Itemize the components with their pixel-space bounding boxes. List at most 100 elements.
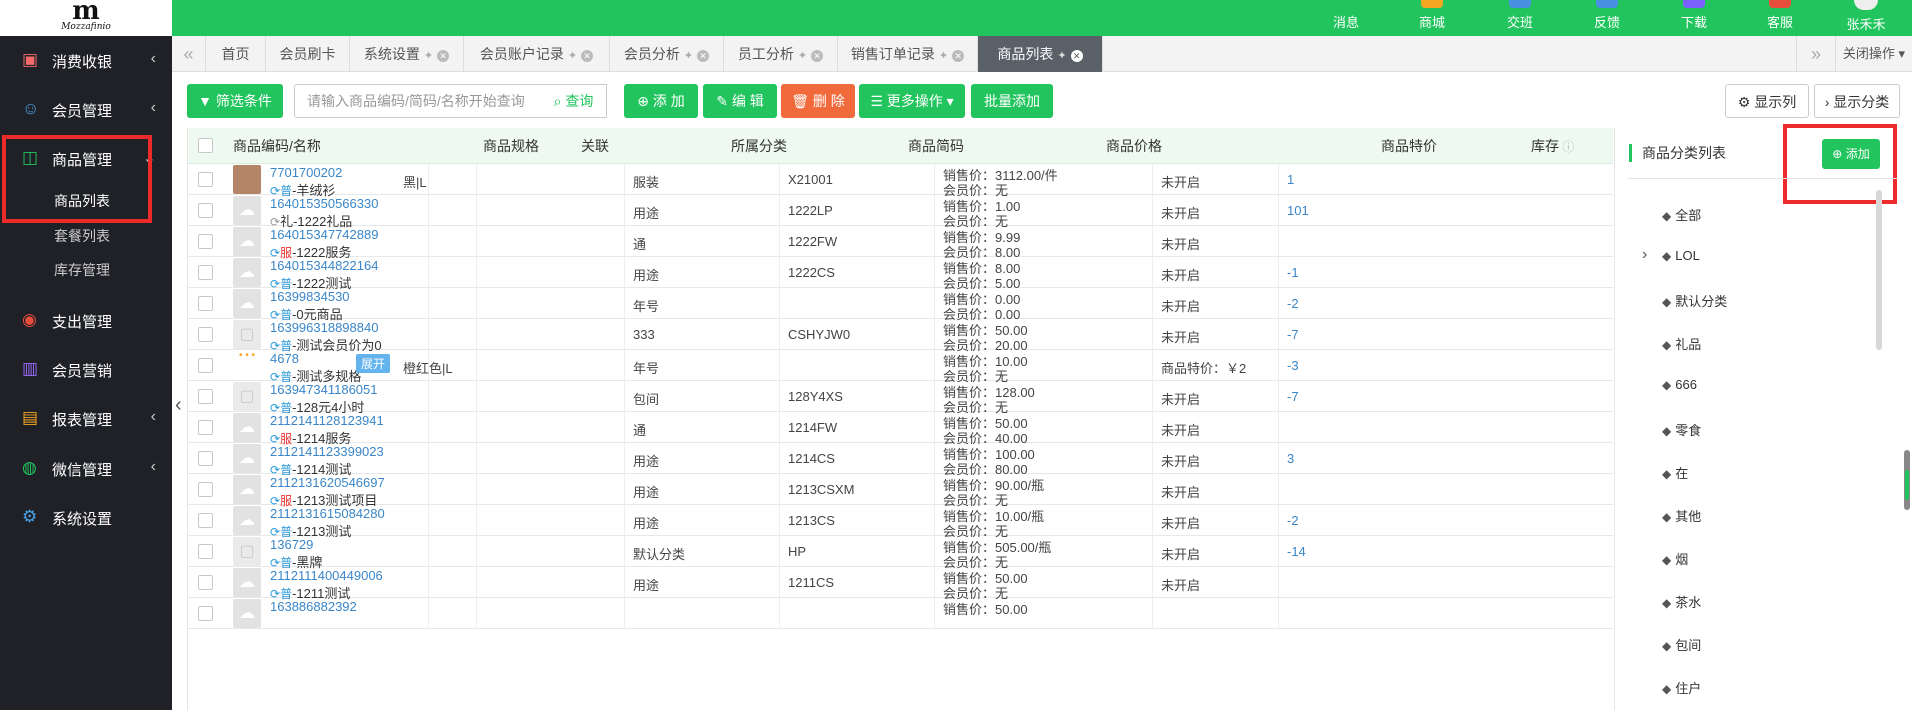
tab-staff-analysis[interactable]: 员工分析 ✦ ✕ — [724, 36, 838, 72]
pin-icon[interactable]: ✦ — [568, 50, 577, 62]
sidebar-item-reports[interactable]: ▤ 报表管理 ‹ — [0, 394, 172, 442]
category-item[interactable]: ◆ 零食 — [1662, 420, 1701, 439]
search-button[interactable]: ⌕ 查询 — [541, 84, 607, 118]
sidebar-subitem-inventory[interactable]: 库存管理 — [54, 260, 110, 280]
tab-member-card[interactable]: 会员刷卡 — [266, 36, 350, 72]
table-row[interactable]: ▢ 163996318898840 ⟳普-测试会员价为0 333 CSHYJW0 销售价：… — [188, 319, 1613, 353]
row-checkbox[interactable] — [198, 203, 213, 218]
sidebar-item-members[interactable]: ☺ 会员管理 ‹ — [0, 85, 172, 133]
pin-icon[interactable]: ✦ — [798, 50, 807, 62]
close-icon[interactable]: ✕ — [697, 50, 710, 62]
row-checkbox[interactable] — [198, 234, 213, 249]
category-item[interactable]: ◆ 全部 — [1662, 205, 1701, 224]
pin-icon[interactable]: ✦ — [939, 50, 948, 62]
mall-button[interactable]: 商城 — [1402, 0, 1462, 36]
product-code[interactable]: 2112141128123941 — [270, 413, 384, 428]
tab-member-account-records[interactable]: 会员账户记录 ✦ ✕ — [464, 36, 610, 72]
close-icon[interactable]: ✕ — [437, 50, 450, 62]
tab-home[interactable]: 首页 — [206, 36, 266, 72]
product-code[interactable]: 163886882392 — [270, 599, 357, 614]
table-row[interactable]: • • • 4678 ⟳普-测试多规格 展开 橙红色|L 年号 销售价：10.00 会员价：无… — [188, 350, 1613, 384]
row-checkbox[interactable] — [198, 451, 213, 466]
col-header-special[interactable]: 商品特价 — [1381, 128, 1437, 164]
product-code[interactable]: 164015350566330 — [270, 196, 378, 211]
product-code[interactable]: 164015344822164 — [270, 258, 378, 273]
table-row[interactable]: ☁ 2112141123399023 ⟳普-1214测试 用途 1214CS 销售价：10… — [188, 443, 1613, 477]
row-checkbox[interactable] — [198, 575, 213, 590]
tabs-scroll-left-icon[interactable]: « — [172, 36, 206, 72]
chevron-right-icon[interactable]: › — [1642, 246, 1647, 264]
table-row[interactable]: 7701700202 ⟳普-羊绒衫 黑|L 服装 X21001 销售价：3112.00/件… — [188, 164, 1613, 198]
col-header-category[interactable]: 所属分类 — [731, 128, 787, 164]
row-checkbox[interactable] — [198, 513, 213, 528]
messages-button[interactable]: 消息 — [1316, 0, 1376, 36]
row-checkbox[interactable] — [198, 482, 213, 497]
logo[interactable]: m Mozzafinio — [0, 0, 172, 36]
col-header-stock[interactable]: 库存 ⓘ — [1531, 128, 1574, 164]
sidebar-item-cashier[interactable]: ▣ 消费收银 ‹ — [0, 36, 172, 84]
category-item[interactable]: ◆ 666 — [1662, 377, 1697, 392]
sidebar-item-marketing[interactable]: ▥ 会员营销 — [0, 345, 172, 393]
tab-goods-list[interactable]: 商品列表 ✦ ✕ — [978, 36, 1103, 72]
col-header-link[interactable]: 关联 — [581, 128, 609, 164]
sidebar-item-wechat[interactable]: ◍ 微信管理 ‹ — [0, 444, 172, 492]
show-category-button[interactable]: › 显示分类 — [1814, 84, 1900, 118]
row-checkbox[interactable] — [198, 420, 213, 435]
table-row[interactable]: ☁ 164015347742889 ⟳服-1222服务通 1222FW 销售价：9.99… — [188, 226, 1613, 260]
sidebar-subitem-package-list[interactable]: 套餐列表 — [54, 226, 110, 246]
category-item[interactable]: ◆ 默认分类 — [1662, 291, 1727, 310]
pin-icon[interactable]: ✦ — [1057, 50, 1066, 62]
sidebar-item-expense[interactable]: ◉ 支出管理 — [0, 296, 172, 344]
product-code[interactable]: 2112141123399023 — [270, 444, 384, 459]
row-checkbox[interactable] — [198, 606, 213, 621]
expand-button[interactable]: 展开 — [356, 354, 391, 373]
category-item[interactable]: ◆ 其他 — [1662, 506, 1701, 525]
table-row[interactable]: ▢ 163947341186051 ⟳普-128元4小时 包间 128Y4XS 销售价：1… — [188, 381, 1613, 415]
col-header-price[interactable]: 商品价格 — [1106, 128, 1162, 164]
row-checkbox[interactable] — [198, 265, 213, 280]
product-code[interactable]: 16399834530 — [270, 289, 350, 304]
category-item[interactable]: ◆ 住户 — [1662, 678, 1701, 697]
product-code[interactable]: 164015347742889 — [270, 227, 378, 242]
page-scrollbar-thumb[interactable] — [1905, 470, 1909, 500]
table-row[interactable]: ☁ 16399834530 ⟳普-0元商品 年号 销售价：0.00 会员价：0.00 未开启… — [188, 288, 1613, 322]
product-code[interactable]: 4678 — [270, 351, 299, 366]
row-checkbox[interactable] — [198, 358, 213, 373]
close-icon[interactable]: ✕ — [581, 50, 594, 62]
tabs-scroll-right-icon[interactable]: » — [1796, 36, 1836, 72]
close-icon[interactable]: ✕ — [1070, 50, 1083, 62]
category-item[interactable]: ◆ 在 — [1662, 463, 1688, 482]
category-scrollbar[interactable] — [1876, 190, 1882, 350]
col-header-code-name[interactable]: 商品编码/名称 — [233, 128, 321, 164]
row-checkbox[interactable] — [198, 327, 213, 342]
product-code[interactable]: 2112131620546697 — [270, 475, 385, 490]
edit-button[interactable]: ✎ 编 辑 — [703, 84, 777, 118]
category-item[interactable]: › ◆ LOL — [1642, 246, 1700, 263]
tab-member-analysis[interactable]: 会员分析 ✦ ✕ — [610, 36, 724, 72]
product-code[interactable]: 2112131615084280 — [270, 506, 385, 521]
row-checkbox[interactable] — [198, 172, 213, 187]
product-code[interactable]: 2112111400449006 — [270, 568, 383, 583]
table-row[interactable]: ☁ 2112131615084280 ⟳普-1213测试 用途 1213CS 销售价：10… — [188, 505, 1613, 539]
row-checkbox[interactable] — [198, 296, 213, 311]
table-row[interactable]: ☁ 164015350566330 ⟳礼-1222礼品 用途 1222LP 销售价：1.0… — [188, 195, 1613, 229]
add-button[interactable]: ⊕ 添 加 — [624, 84, 698, 118]
product-code[interactable]: 163947341186051 — [270, 382, 378, 397]
category-item[interactable]: ◆ 礼品 — [1662, 334, 1701, 353]
product-code[interactable]: 136729 — [270, 537, 313, 552]
shift-button[interactable]: 交班 — [1490, 0, 1550, 36]
tab-sales-orders[interactable]: 销售订单记录 ✦ ✕ — [838, 36, 978, 72]
pin-icon[interactable]: ✦ — [684, 50, 693, 62]
batch-add-button[interactable]: 批量添加 — [971, 84, 1053, 118]
table-row[interactable]: ☁ 2112131620546697 ⟳服-1213测试项目 用途 1213CSXM 销售… — [188, 474, 1613, 508]
close-icon[interactable]: ✕ — [811, 50, 824, 62]
show-columns-button[interactable]: ⚙ 显示列 — [1725, 84, 1809, 118]
row-checkbox[interactable] — [198, 544, 213, 559]
user-menu[interactable]: 张禾禾 — [1836, 0, 1896, 36]
sidebar-item-settings[interactable]: ⚙ 系统设置 — [0, 493, 172, 541]
search-input[interactable] — [294, 84, 542, 118]
tab-system-settings[interactable]: 系统设置 ✦ ✕ — [350, 36, 464, 72]
category-item[interactable]: ◆ 烟 — [1662, 549, 1688, 568]
col-header-shortcode[interactable]: 商品简码 — [908, 128, 964, 164]
service-button[interactable]: 客服 — [1750, 0, 1810, 36]
